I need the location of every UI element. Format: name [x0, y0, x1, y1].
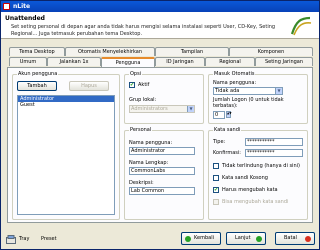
- title-bar: nLite: [1, 1, 319, 12]
- arrow-right-icon: [256, 236, 262, 242]
- fullname-label: Nama Lengkap:: [129, 160, 169, 166]
- group-label: Grup lokal:: [129, 97, 157, 103]
- password-confirm-label: Konfirmasi:: [213, 150, 241, 156]
- page-header: Unattended Set seting personal di depan …: [1, 12, 319, 39]
- back-label: Kembali: [194, 235, 214, 241]
- empty-password-checkbox[interactable]: [213, 175, 219, 181]
- cannot-change-label: Bisa mengubah kata sandi: [222, 199, 289, 205]
- nlite-logo-icon: [290, 16, 312, 36]
- page-title: Unattended: [5, 15, 45, 22]
- tab-jalankan[interactable]: Jalankan 1x: [47, 57, 101, 66]
- group-select[interactable]: Administrators ▼: [129, 105, 195, 113]
- password-legend: Kata sandi: [213, 127, 242, 133]
- tray-icon[interactable]: [6, 235, 16, 244]
- tab-id-jaringan[interactable]: ID Jaringan: [155, 57, 205, 66]
- password-group: Kata sandi Tipe: *********** Konfirmasi:…: [208, 127, 308, 220]
- tab-tema-desktop[interactable]: Tema Desktop: [9, 47, 65, 56]
- empty-password-label: Kata sandi Kosong: [222, 175, 268, 181]
- window-title: nLite: [13, 3, 31, 10]
- cancel-button[interactable]: Batal: [275, 232, 315, 245]
- preset-label[interactable]: Preset: [41, 236, 57, 242]
- close-icon: [305, 236, 311, 242]
- autologon-legend: Masuk Otomatis: [213, 71, 256, 77]
- accounts-legend: Akun pengguna: [17, 71, 59, 77]
- user-list[interactable]: Administrator Guest: [17, 95, 115, 215]
- options-legend: Opsi: [129, 71, 143, 77]
- cannot-change-checkbox[interactable]: [213, 199, 219, 205]
- autologon-group: Masuk Otomatis Nama pengguna: Tidak ada …: [208, 71, 308, 124]
- logon-count-label: Jumlah Logon (0 untuk tidak terbatas):: [213, 97, 284, 109]
- tab-otomatis[interactable]: Otomatis Menyelekhirkan: [65, 47, 155, 56]
- tab-umum[interactable]: Umum: [9, 57, 47, 66]
- tray-label[interactable]: Tray: [19, 236, 29, 242]
- accounts-group: Akun pengguna Tambah Hapus Administrator…: [12, 71, 120, 220]
- nlite-window: nLite Unattended Set seting personal di …: [0, 0, 320, 250]
- group-select-value: Administrators: [131, 106, 168, 112]
- spinner-icon[interactable]: ▲▼: [226, 111, 232, 118]
- autologon-user-label: Nama pengguna:: [213, 80, 257, 86]
- password-confirm-field[interactable]: ***********: [245, 149, 303, 157]
- options-group: Opsi ✔ Aktif Grup lokal: Administrators …: [124, 71, 204, 124]
- not-expire-checkbox[interactable]: [213, 163, 219, 169]
- active-label: Aktif: [138, 82, 150, 88]
- must-change-checkbox[interactable]: ✔: [213, 187, 219, 193]
- cancel-label: Batal: [284, 235, 297, 241]
- username-field[interactable]: Administrator: [129, 147, 195, 155]
- description-label: Deskripsi:: [129, 180, 154, 186]
- must-change-label: Harus mengubah kata: [222, 187, 278, 193]
- fullname-field[interactable]: CommonLabs: [129, 167, 195, 175]
- arrow-left-icon: [185, 236, 191, 242]
- description-field[interactable]: Lab Common: [129, 187, 195, 195]
- tab-tampilan[interactable]: Tampilan: [155, 47, 229, 56]
- footer-bar: Tray Preset Kembali Lanjut Batal: [1, 229, 319, 249]
- tab-pengguna[interactable]: Pengguna: [101, 57, 155, 67]
- app-icon: [3, 3, 10, 10]
- password-type-label: Tipe:: [213, 139, 226, 145]
- autologon-user-value: Tidak ada: [215, 88, 240, 94]
- tab-regional[interactable]: Regional: [205, 57, 255, 66]
- autologon-user-select[interactable]: Tidak ada ▼: [213, 87, 283, 95]
- add-user-button[interactable]: Tambah: [17, 81, 57, 91]
- chevron-down-icon: ▼: [187, 106, 194, 112]
- chevron-down-icon: ▼: [275, 88, 282, 94]
- page-description: Set seting personal di depan agar anda t…: [11, 24, 276, 37]
- list-item[interactable]: Guest: [18, 102, 114, 108]
- personal-legend: Personal: [129, 127, 153, 133]
- tab-seting-jaringan[interactable]: Seting Jaringan: [255, 57, 313, 66]
- next-button[interactable]: Lanjut: [226, 232, 266, 245]
- password-field[interactable]: ***********: [245, 138, 303, 146]
- back-button[interactable]: Kembali: [181, 232, 221, 245]
- username-label: Nama pengguna:: [129, 140, 173, 146]
- pengguna-panel: Akun pengguna Tambah Hapus Administrator…: [7, 67, 313, 223]
- active-checkbox[interactable]: ✔: [129, 82, 135, 88]
- remove-user-button[interactable]: Hapus: [69, 81, 109, 91]
- tab-komponen[interactable]: Komponen: [229, 47, 313, 56]
- next-label: Lanjut: [235, 235, 251, 241]
- not-expire-label: Tidak terlindung (hanya di sini): [222, 163, 300, 169]
- logon-count-field[interactable]: 0: [213, 111, 225, 119]
- personal-group: Personal Nama pengguna: Administrator Na…: [124, 127, 204, 220]
